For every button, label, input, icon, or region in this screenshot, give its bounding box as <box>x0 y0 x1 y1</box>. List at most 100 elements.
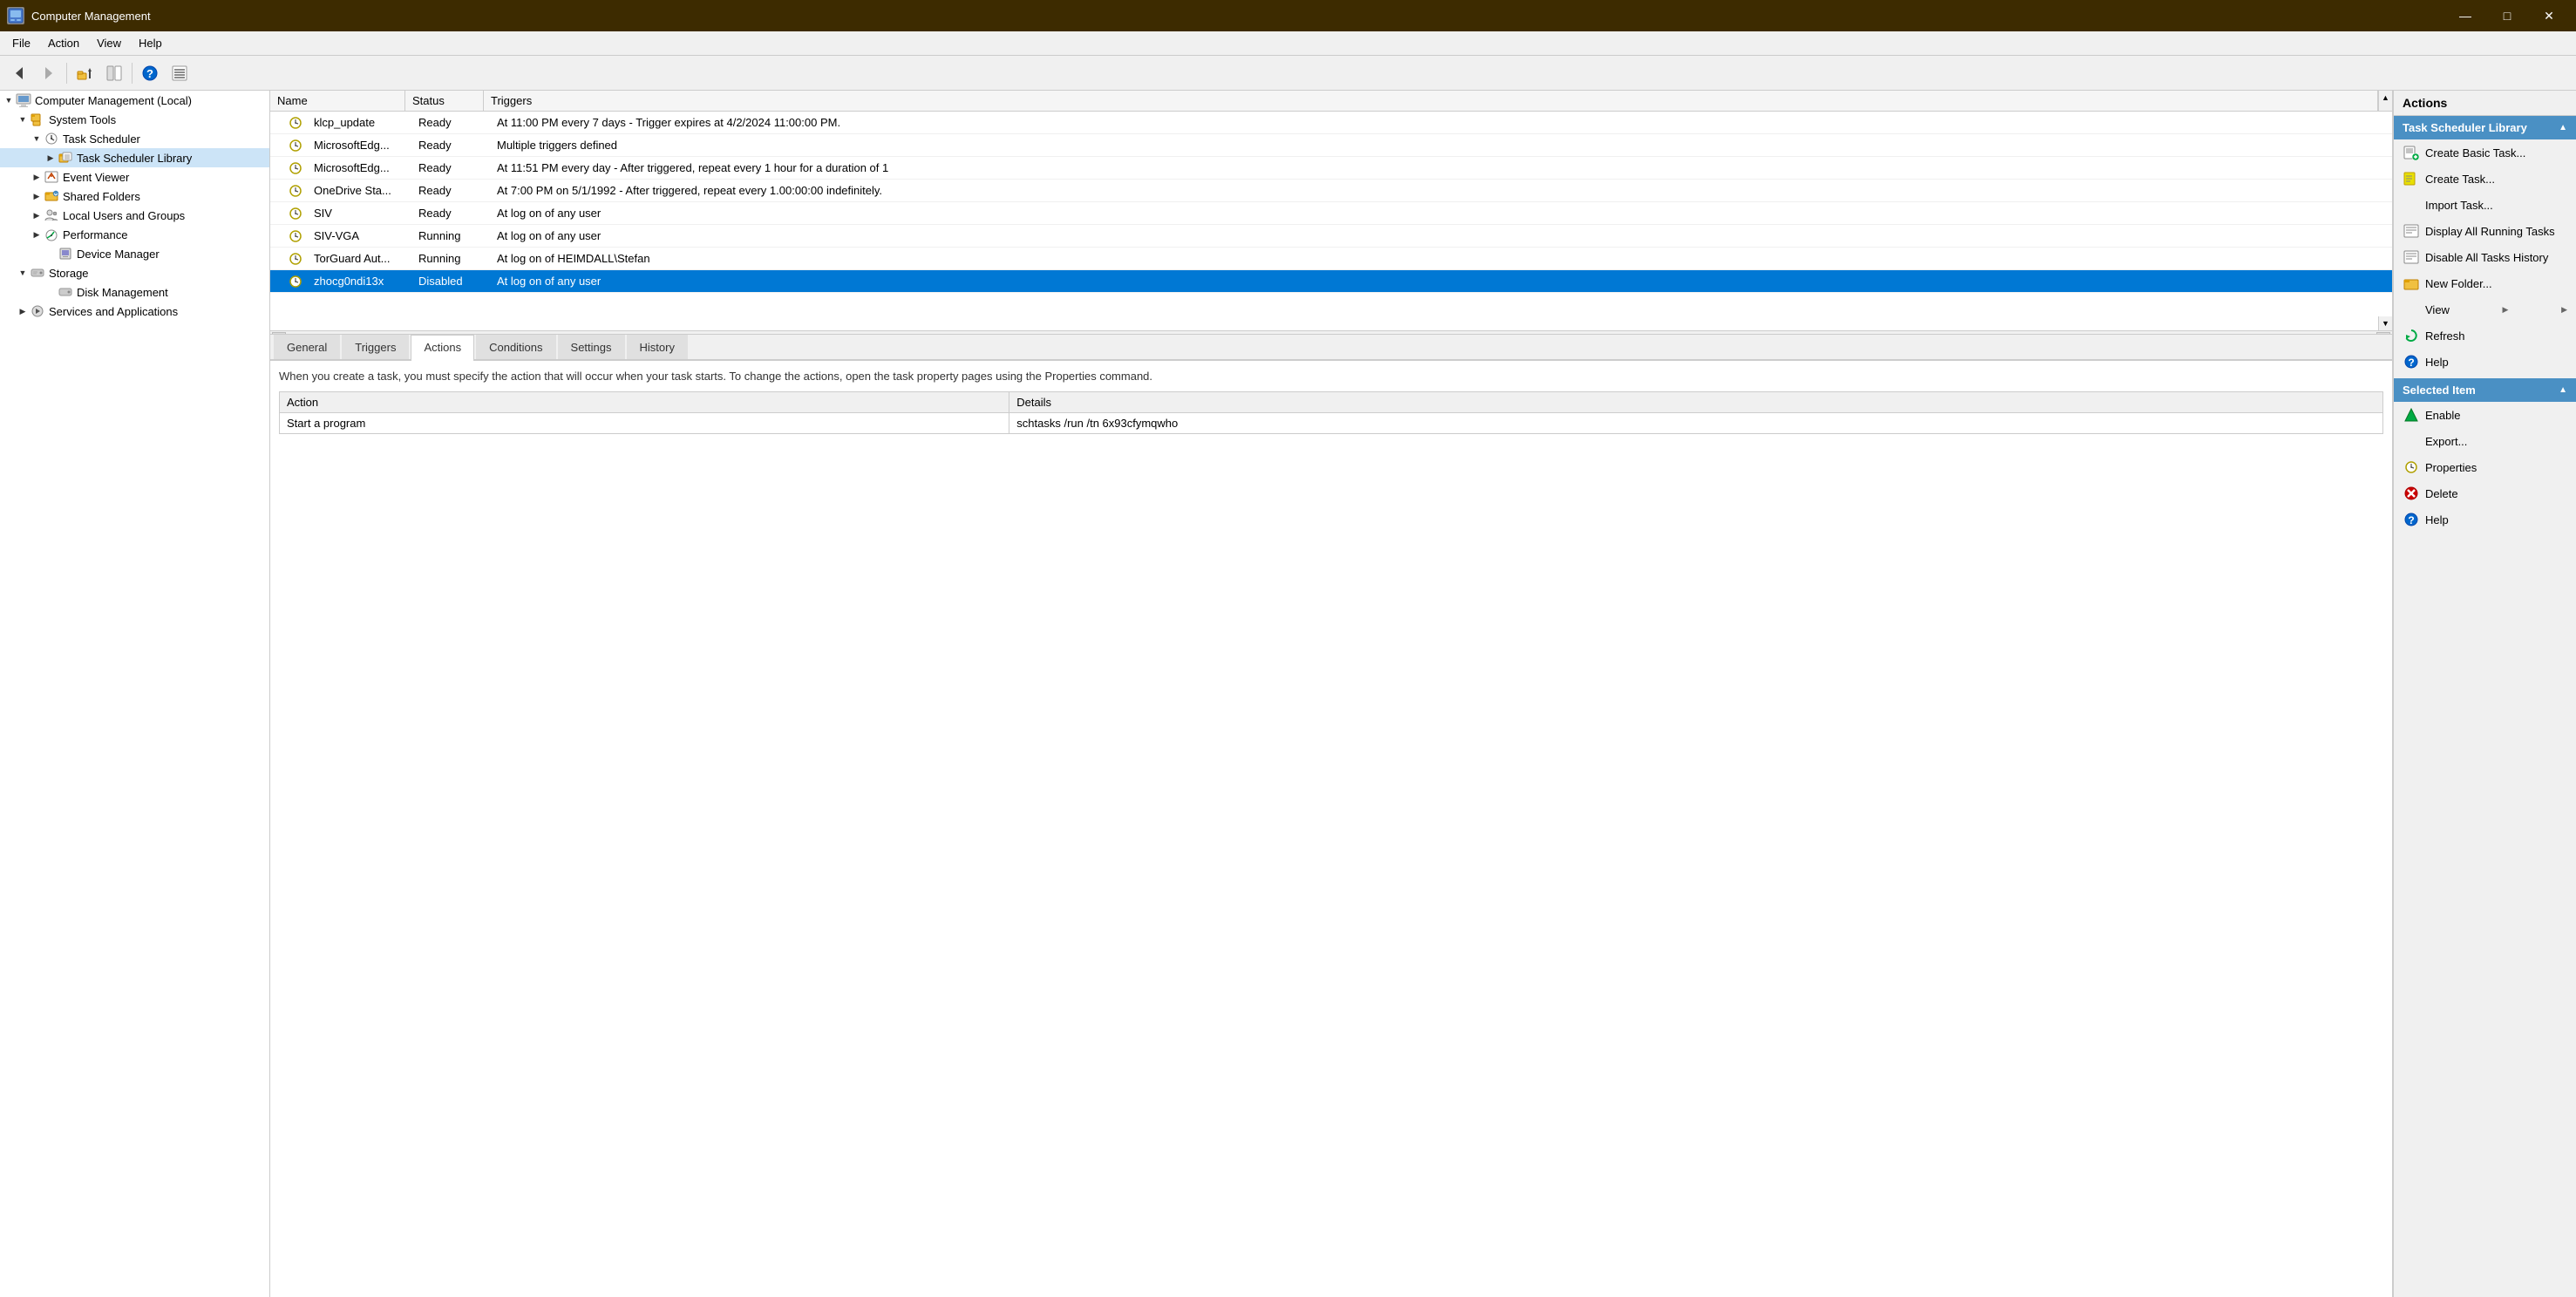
task-triggers: At log on of any user <box>490 205 2392 221</box>
task-name-selected: zhocg0ndi13x <box>307 273 411 289</box>
tree-label-device-manager: Device Manager <box>77 248 160 261</box>
tree-item-shared-folders[interactable]: ▶ Shared Folders <box>0 187 269 206</box>
task-list-container: Name Status Triggers ▲ <box>270 91 2392 335</box>
tree-pane: ▼ Computer Management (Local) ▼ <box>0 91 270 1297</box>
tree-item-local-users-groups[interactable]: ▶ Local Users and Groups <box>0 206 269 225</box>
actions-table-header-action: Action <box>280 392 1009 413</box>
create-task-label: Create Task... <box>2425 173 2495 186</box>
computer-icon <box>16 92 31 108</box>
menu-file[interactable]: File <box>3 35 39 51</box>
menu-action[interactable]: Action <box>39 35 88 51</box>
back-button[interactable] <box>5 60 33 86</box>
expand-icon-system-tools: ▼ <box>16 112 30 126</box>
title-bar-left: Computer Management <box>7 7 151 24</box>
task-status: Ready <box>411 137 490 153</box>
view-icon <box>2403 301 2420 318</box>
tree-item-storage[interactable]: ▼ Storage <box>0 263 269 282</box>
action-display-running-tasks[interactable]: Display All Running Tasks <box>2394 218 2576 244</box>
action-properties[interactable]: Properties <box>2394 454 2576 480</box>
task-row-selected[interactable]: zhocg0ndi13x Disabled At log on of any u… <box>270 270 2392 293</box>
disable-history-icon <box>2403 248 2420 266</box>
header-triggers[interactable]: Triggers <box>484 91 2378 111</box>
task-scheduler-library-section-header[interactable]: Task Scheduler Library ▲ <box>2394 116 2576 139</box>
task-name: TorGuard Aut... <box>307 250 411 267</box>
help-bottom-label: Help <box>2425 513 2449 526</box>
tree-item-performance[interactable]: ▶ Performance <box>0 225 269 244</box>
tree-item-computer-management[interactable]: ▼ Computer Management (Local) <box>0 91 269 110</box>
tabs-bar: General Triggers Actions Conditions Sett… <box>270 335 2392 361</box>
action-refresh[interactable]: Refresh <box>2394 323 2576 349</box>
task-list-body: klcp_update Ready At 11:00 PM every 7 da… <box>270 112 2392 330</box>
action-import-task[interactable]: Import Task... <box>2394 192 2576 218</box>
list-scroll-down[interactable]: ▼ <box>2378 316 2392 330</box>
task-row[interactable]: MicrosoftEdg... Ready At 11:51 PM every … <box>270 157 2392 180</box>
header-name[interactable]: Name <box>270 91 405 111</box>
task-row[interactable]: TorGuard Aut... Running At log on of HEI… <box>270 248 2392 270</box>
close-button[interactable]: ✕ <box>2529 3 2569 28</box>
task-row[interactable]: OneDrive Sta... Ready At 7:00 PM on 5/1/… <box>270 180 2392 202</box>
tab-actions[interactable]: Actions <box>411 335 474 361</box>
action-enable[interactable]: Enable <box>2394 402 2576 428</box>
action-create-task[interactable]: Create Task... <box>2394 166 2576 192</box>
action-type: Start a program <box>280 413 1009 434</box>
tree-item-task-scheduler[interactable]: ▼ Task Scheduler <box>0 129 269 148</box>
action-export[interactable]: Export... <box>2394 428 2576 454</box>
import-task-icon <box>2403 196 2420 214</box>
actions-pane: Actions Task Scheduler Library ▲ Create … <box>2393 91 2576 1297</box>
task-status-selected: Disabled <box>411 273 490 289</box>
hscroll-left-button[interactable]: ◀ <box>272 332 286 336</box>
create-task-icon <box>2403 170 2420 187</box>
collapse-arrow-selected-item: ▲ <box>2559 385 2567 395</box>
action-help-top[interactable]: ? Help <box>2394 349 2576 375</box>
action-help-bottom[interactable]: ? Help <box>2394 506 2576 533</box>
actions-table: Action Details Start a program schtasks … <box>279 391 2383 434</box>
export-toolbar-button[interactable] <box>166 60 194 86</box>
tree-item-system-tools[interactable]: ▼ System Tools <box>0 110 269 129</box>
details-pane: General Triggers Actions Conditions Sett… <box>270 335 2392 1297</box>
tab-general[interactable]: General <box>274 335 340 359</box>
tree-item-device-manager[interactable]: ▶ Device Manager <box>0 244 269 263</box>
maximize-button[interactable]: □ <box>2487 3 2527 28</box>
tab-history[interactable]: History <box>627 335 688 359</box>
help-toolbar-button[interactable]: ? <box>136 60 164 86</box>
folder-up-button[interactable] <box>71 60 99 86</box>
list-scroll-up[interactable]: ▲ <box>2379 91 2392 105</box>
action-create-basic-task[interactable]: Create Basic Task... <box>2394 139 2576 166</box>
tree-item-disk-management[interactable]: ▶ Disk Management <box>0 282 269 302</box>
hscroll-right-button[interactable]: ▶ <box>2376 332 2390 336</box>
forward-button[interactable] <box>35 60 63 86</box>
minimize-button[interactable]: — <box>2445 3 2485 28</box>
hscroll-thumb[interactable] <box>810 335 1436 336</box>
menu-help[interactable]: Help <box>130 35 171 51</box>
tree-item-task-scheduler-library[interactable]: ▶ Task Scheduler Library <box>0 148 269 167</box>
task-row[interactable]: klcp_update Ready At 11:00 PM every 7 da… <box>270 112 2392 134</box>
horizontal-scrollbar: ◀ ▶ <box>270 330 2392 335</box>
show-hide-console-button[interactable] <box>100 60 128 86</box>
header-status[interactable]: Status <box>405 91 484 111</box>
task-status: Running <box>411 250 490 267</box>
table-row[interactable]: Start a program schtasks /run /tn 6x93cf… <box>280 413 2383 434</box>
tab-conditions[interactable]: Conditions <box>476 335 555 359</box>
task-scheduler-library-icon <box>58 150 73 166</box>
task-clock-icon-selected <box>288 274 303 289</box>
menu-view[interactable]: View <box>88 35 130 51</box>
selected-item-section-header[interactable]: Selected Item ▲ <box>2394 378 2576 402</box>
expand-icon-services-applications: ▶ <box>16 304 30 318</box>
center-pane: Name Status Triggers ▲ <box>270 91 2393 1297</box>
action-disable-history[interactable]: Disable All Tasks History <box>2394 244 2576 270</box>
tab-triggers[interactable]: Triggers <box>342 335 409 359</box>
task-triggers: Multiple triggers defined <box>490 137 2392 153</box>
task-row[interactable]: SIV-VGA Running At log on of any user <box>270 225 2392 248</box>
action-new-folder[interactable]: New Folder... <box>2394 270 2576 296</box>
tree-item-services-applications[interactable]: ▶ Services and Applications <box>0 302 269 321</box>
task-row[interactable]: SIV Ready At log on of any user <box>270 202 2392 225</box>
task-row[interactable]: MicrosoftEdg... Ready Multiple triggers … <box>270 134 2392 157</box>
tab-settings[interactable]: Settings <box>558 335 625 359</box>
action-delete[interactable]: Delete <box>2394 480 2576 506</box>
action-view[interactable]: View ▶ <box>2394 296 2576 323</box>
task-triggers: At log on of HEIMDALL\Stefan <box>490 250 2392 267</box>
tree-label-system-tools: System Tools <box>49 113 116 126</box>
task-status: Ready <box>411 205 490 221</box>
tree-item-event-viewer[interactable]: ▶ Event Viewer <box>0 167 269 187</box>
toolbar: ? <box>0 56 2576 91</box>
